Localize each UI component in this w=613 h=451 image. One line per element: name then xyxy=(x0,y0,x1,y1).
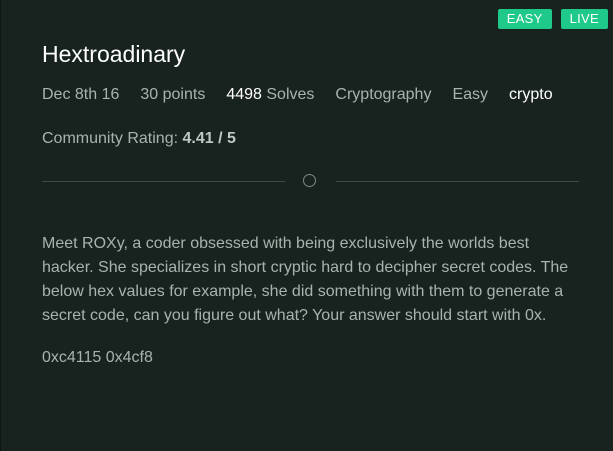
release-date: Dec 8th 16 xyxy=(42,86,120,103)
divider-line-left xyxy=(42,181,285,182)
challenge-title: Hextroadinary xyxy=(42,41,186,67)
challenge-card: EASY LIVE Hextroadinary Dec 8th 16 30 poi… xyxy=(0,0,613,451)
solves-label: Solves xyxy=(266,86,315,103)
difficulty-label: Easy xyxy=(452,86,489,103)
tag-link[interactable]: crypto xyxy=(509,86,553,103)
hex-values: 0xc4115 0x4cf8 xyxy=(42,349,153,366)
rating-value: 4.41 / 5 xyxy=(182,130,236,147)
points-value: 30 points xyxy=(140,86,206,103)
live-status-badge[interactable]: LIVE xyxy=(560,9,608,29)
category-label: Cryptography xyxy=(335,86,432,103)
challenge-description: Meet ROXy, a coder obsessed with being e… xyxy=(42,235,569,324)
divider-circle-icon xyxy=(303,174,316,187)
section-divider xyxy=(42,173,579,189)
badge-group: EASY LIVE xyxy=(497,9,608,29)
divider-line-right xyxy=(336,181,579,182)
solves-count[interactable]: 4498 xyxy=(226,86,262,103)
rating-label: Community Rating: xyxy=(42,130,179,147)
difficulty-badge[interactable]: EASY xyxy=(497,9,552,29)
community-rating: Community Rating: 4.41 / 5 xyxy=(42,129,236,149)
challenge-meta: Dec 8th 16 30 points 4498 Solves Cryptograp… xyxy=(42,85,553,105)
